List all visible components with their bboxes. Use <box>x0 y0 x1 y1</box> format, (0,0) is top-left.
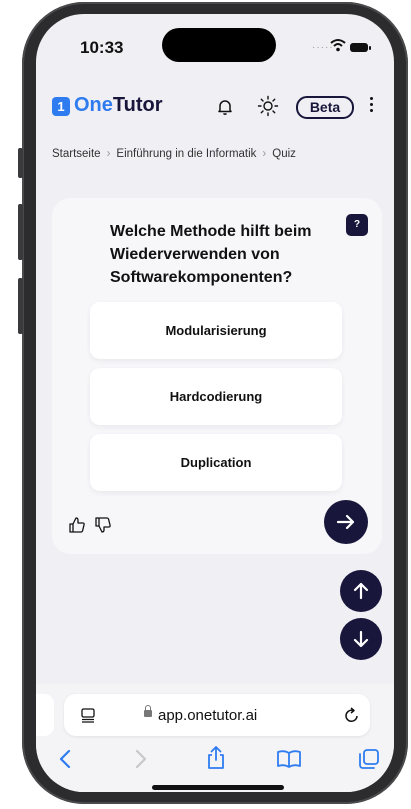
breadcrumb-item-home[interactable]: Startseite <box>52 148 101 160</box>
arrow-down-icon <box>353 630 369 648</box>
sun-icon[interactable] <box>257 95 279 117</box>
previous-tab-preview[interactable] <box>36 694 54 736</box>
address-bar[interactable]: app.onetutor.ai <box>64 694 370 736</box>
arrow-up-icon <box>353 582 369 600</box>
share-icon[interactable] <box>206 744 226 770</box>
bookmarks-icon[interactable] <box>276 750 302 768</box>
arrow-right-icon <box>336 514 355 530</box>
status-time: 10:33 <box>80 38 124 57</box>
browser-toolbar: app.onetutor.ai <box>36 684 394 792</box>
back-icon[interactable] <box>58 748 72 770</box>
quiz-card: ? Welche Methode hilft beim Wiederverwen… <box>52 198 382 554</box>
status-bar: 10:33 ····· <box>36 14 394 74</box>
lock-icon <box>144 705 152 717</box>
battery-icon <box>350 43 371 52</box>
bell-icon[interactable] <box>216 98 234 116</box>
side-button <box>18 278 23 334</box>
thumbs-up-icon[interactable] <box>68 516 86 534</box>
wifi-icon <box>330 39 346 52</box>
home-indicator <box>152 785 284 790</box>
beta-badge[interactable]: Beta <box>296 96 354 119</box>
breadcrumb-separator: › <box>262 148 267 160</box>
breadcrumb-item-quiz[interactable]: Quiz <box>272 148 296 160</box>
url-text[interactable]: app.onetutor.ai <box>158 707 257 724</box>
next-button[interactable] <box>324 500 368 544</box>
side-button <box>18 204 23 260</box>
tab-icon[interactable] <box>80 707 96 723</box>
quiz-question: Welche Methode hilft beim Wiederverwende… <box>110 223 312 286</box>
app-header: 1 OneTutor Beta <box>36 86 394 126</box>
answer-option-3[interactable]: Duplication <box>90 434 342 491</box>
app-logo[interactable]: 1 <box>52 97 70 116</box>
help-button[interactable]: ? <box>346 214 368 236</box>
dynamic-island <box>162 28 276 62</box>
scroll-down-button[interactable] <box>340 618 382 660</box>
breadcrumb-item-course[interactable]: Einführung in die Informatik <box>116 148 256 160</box>
brand-name[interactable]: OneTutor <box>74 94 163 117</box>
brand-part-two: Tutor <box>112 94 163 116</box>
answer-option-2[interactable]: Hardcodierung <box>90 368 342 425</box>
brand-part-one: One <box>74 94 113 116</box>
screen: 10:33 ····· 1 OneTutor Beta Startseite ›… <box>36 14 394 792</box>
reload-icon[interactable] <box>344 706 360 724</box>
breadcrumb-separator: › <box>106 148 111 160</box>
scroll-up-button[interactable] <box>340 570 382 612</box>
more-icon[interactable] <box>370 97 374 115</box>
thumbs-down-icon[interactable] <box>94 516 112 534</box>
forward-icon[interactable] <box>134 748 148 770</box>
side-button <box>18 148 23 178</box>
answer-option-1[interactable]: Modularisierung <box>90 302 342 359</box>
breadcrumb: Startseite › Einführung in die Informatik ›… <box>52 148 296 160</box>
tabs-icon[interactable] <box>358 748 380 770</box>
